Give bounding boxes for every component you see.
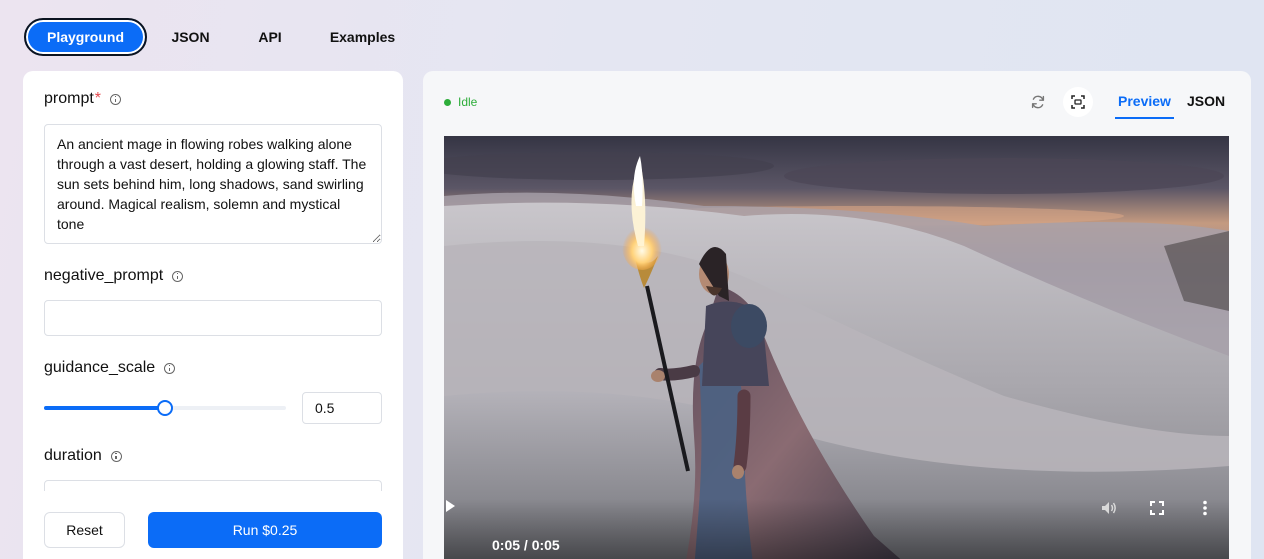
guidance-scale-label: guidance_scale [44, 359, 176, 377]
prompt-label-text: prompt [44, 90, 94, 107]
prompt-label: prompt * [44, 90, 122, 108]
duration-label: duration [44, 447, 122, 465]
fullscreen-icon[interactable] [1148, 499, 1166, 517]
duration-label-text: duration [44, 447, 102, 464]
status-dot [444, 98, 451, 106]
reset-button[interactable]: Reset [44, 512, 125, 548]
negative-prompt-label-text: negative_prompt [44, 267, 164, 284]
required-marker: * [94, 90, 102, 107]
info-icon[interactable] [110, 450, 122, 462]
tab-examples[interactable]: Examples [330, 18, 395, 56]
status-text: Idle [458, 95, 478, 109]
focus-frame-icon [1071, 95, 1085, 109]
guidance-scale-label-text: guidance_scale [44, 359, 156, 376]
run-button[interactable]: Run $0.25 [148, 512, 382, 548]
focus-frame-button[interactable] [1063, 87, 1093, 117]
video-player[interactable]: 0:05 / 0:05 [444, 136, 1229, 559]
video-time: 0:05 / 0:05 [492, 537, 560, 553]
slider-fill [44, 406, 165, 410]
negative-prompt-input[interactable] [44, 300, 382, 336]
refresh-icon [1031, 95, 1045, 109]
video-frame [444, 136, 1229, 559]
tab-json[interactable]: JSON [171, 18, 210, 56]
video-controls: 0:05 / 0:05 [444, 499, 1229, 559]
tab-playground[interactable]: Playground [24, 18, 147, 56]
tab-preview[interactable]: Preview [1115, 93, 1174, 119]
prompt-input[interactable]: An ancient mage in flowing robes walking… [44, 124, 382, 244]
more-vertical-icon[interactable] [1196, 499, 1214, 517]
top-tab-bar: Playground JSON API Examples [24, 18, 395, 56]
volume-icon[interactable] [1100, 499, 1118, 517]
info-icon[interactable] [164, 362, 176, 374]
negative-prompt-label: negative_prompt [44, 267, 184, 285]
tab-api[interactable]: API [258, 18, 282, 56]
guidance-scale-input[interactable] [302, 392, 382, 424]
refresh-button[interactable] [1023, 87, 1053, 117]
info-icon[interactable] [172, 270, 184, 282]
tab-output-json[interactable]: JSON [1187, 93, 1225, 109]
info-icon[interactable] [110, 93, 122, 105]
slider-thumb[interactable] [157, 400, 173, 416]
input-panel: prompt * An ancient mage in flowing robes… [23, 71, 403, 559]
output-panel: Idle Preview JSON 0:05 / 0:05 [423, 71, 1251, 559]
guidance-scale-slider[interactable] [44, 400, 286, 416]
status-indicator: Idle [444, 95, 477, 109]
play-icon[interactable] [444, 499, 456, 513]
